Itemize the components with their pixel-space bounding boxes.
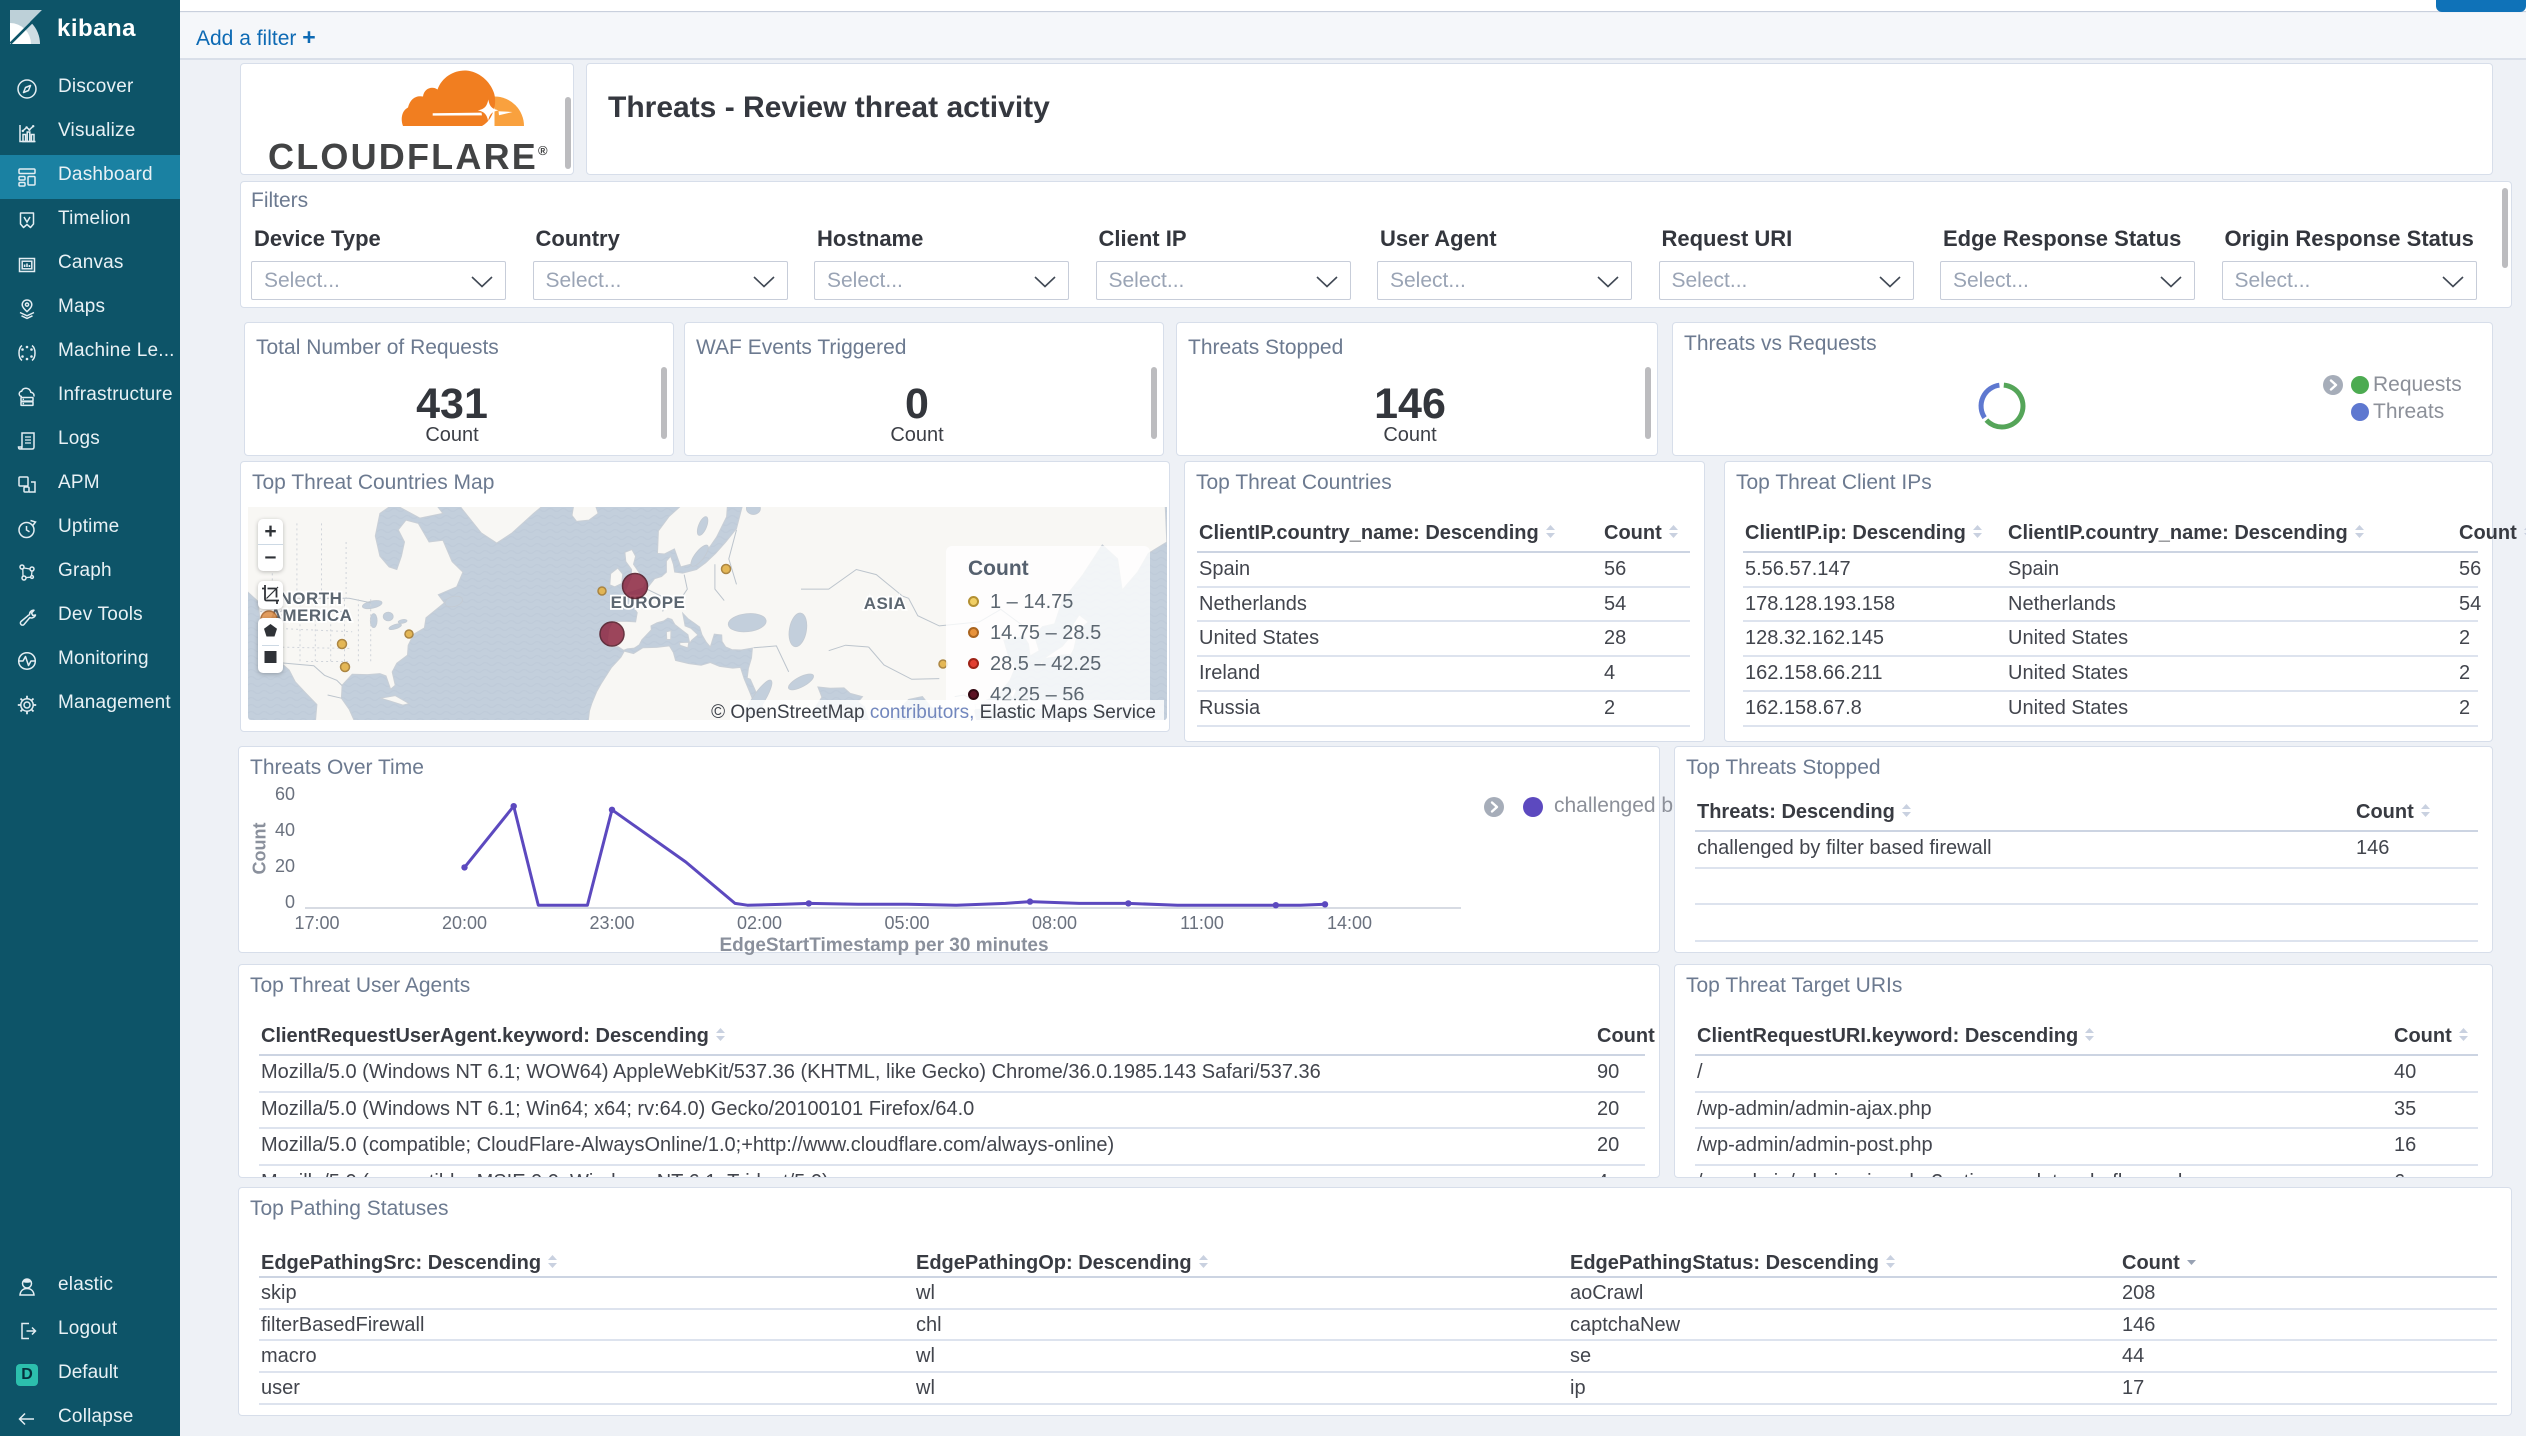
svg-text:ASIA: ASIA xyxy=(864,594,907,613)
svg-text:EUROPE: EUROPE xyxy=(611,593,686,612)
